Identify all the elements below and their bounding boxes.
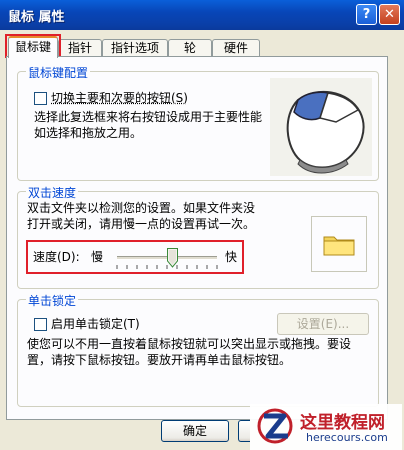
button-config-desc-2: 如选择和拖放之用。 — [34, 126, 143, 140]
double-click-title: 双击速度 — [26, 184, 79, 201]
title-bar: 鼠标 属性 ? ✕ — [0, 0, 404, 30]
click-lock-checkbox[interactable] — [34, 318, 47, 331]
double-click-test-area[interactable] — [311, 216, 367, 272]
cancel-button-partial[interactable] — [238, 420, 250, 442]
button-config-title: 鼠标键配置 — [26, 64, 91, 81]
button-config-desc-1: 选择此复选框来将右按钮设成用于主要性能 — [34, 110, 263, 124]
click-lock-settings-button[interactable]: 设置(E)... — [277, 313, 369, 335]
tab-pointers[interactable]: 指针 — [58, 39, 102, 57]
tab-mouse-buttons[interactable]: 鼠标键 — [8, 36, 58, 58]
watermark-site-url: herecours.com — [306, 431, 388, 444]
mouse-illustration — [270, 78, 372, 176]
speed-fast-label: 快 — [225, 250, 238, 264]
tab-pointer-options[interactable]: 指针选项 — [102, 39, 168, 57]
click-lock-desc-2: 置，请按下鼠标按钮。要放开请再单击鼠标按钮。 — [27, 353, 292, 367]
window-title: 鼠标 属性 — [8, 10, 65, 25]
swap-buttons-checkbox[interactable] — [34, 92, 47, 105]
folder-icon[interactable] — [312, 217, 366, 271]
double-click-desc-2: 打开或关闭，请用慢一点的设置再试一次。 — [27, 217, 256, 231]
site-watermark: 这里教程网 herecours.com — [250, 404, 402, 450]
click-lock-desc-1: 使您可以不用一直按着鼠标按钮就可以突出显示或拖拽。要设 — [27, 337, 352, 351]
watermark-site-name: 这里教程网 — [300, 413, 385, 433]
click-lock-title: 单击锁定 — [26, 292, 79, 309]
speed-slider-thumb[interactable] — [167, 248, 178, 268]
swap-buttons-label[interactable]: 切换主要和次要的按钮(S) — [51, 90, 188, 106]
click-lock-label[interactable]: 启用单击锁定(T) — [51, 316, 140, 332]
double-click-desc-1: 双击文件夹以检测您的设置。如果文件夹没 — [27, 201, 256, 215]
help-button[interactable]: ? — [356, 4, 377, 25]
speed-label: 速度(D): — [33, 250, 80, 264]
ok-button[interactable]: 确定 — [161, 420, 229, 442]
speed-slow-label: 慢 — [91, 250, 104, 264]
watermark-logo — [257, 408, 293, 444]
close-button[interactable]: ✕ — [379, 4, 400, 25]
tab-wheel[interactable]: 轮 — [168, 39, 212, 57]
tab-hardware[interactable]: 硬件 — [212, 39, 260, 57]
